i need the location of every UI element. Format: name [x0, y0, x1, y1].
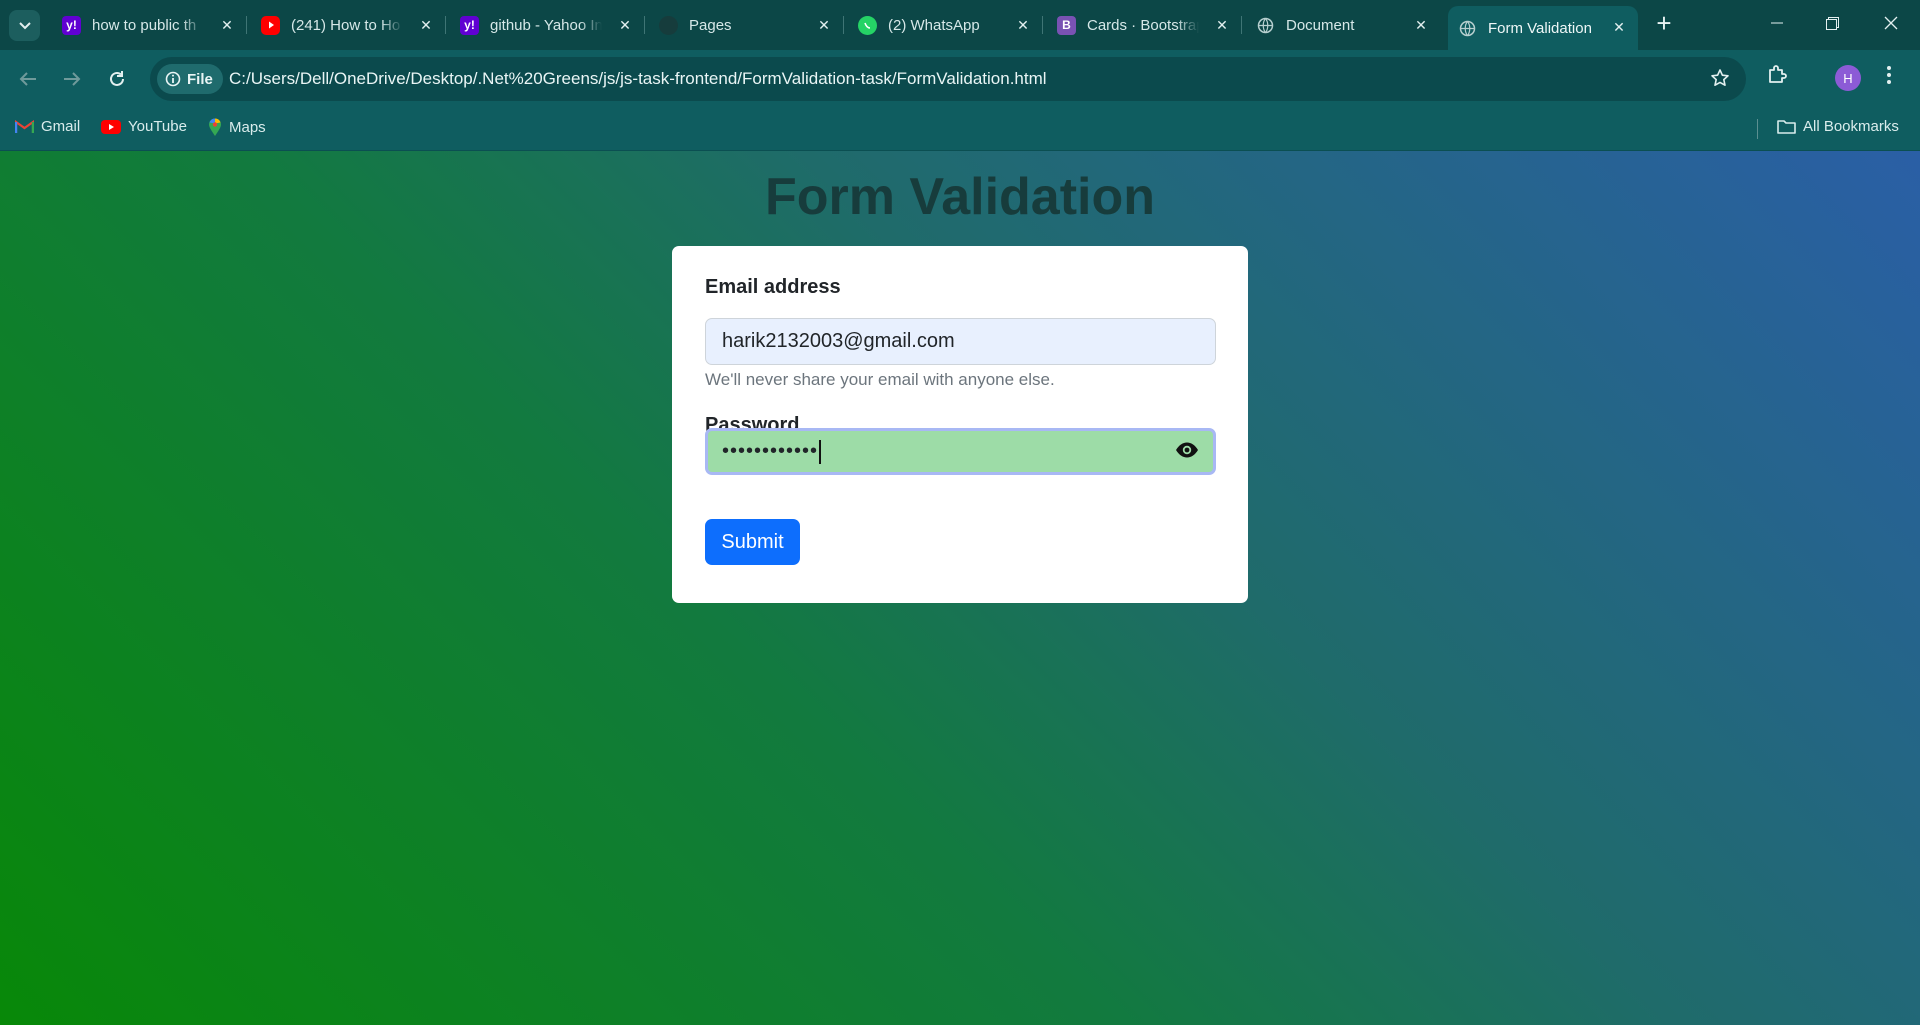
forward-arrow-icon [64, 72, 81, 86]
restore-icon [1825, 16, 1839, 30]
bookmark-maps[interactable]: Maps [208, 118, 266, 137]
address-bar[interactable]: File C:/Users/Dell/OneDrive/Desktop/.Net… [150, 57, 1746, 101]
submit-button[interactable]: Submit [705, 519, 800, 565]
site-info-chip[interactable]: File [157, 64, 223, 94]
whatsapp-icon [858, 15, 877, 35]
reload-icon [110, 71, 124, 86]
more-menu-icon[interactable] [1886, 65, 1892, 90]
browser-toolbar: File C:/Users/Dell/OneDrive/Desktop/.Net… [0, 50, 1920, 108]
bookmarks-divider [1757, 119, 1758, 139]
globe-icon [1256, 16, 1275, 35]
tab-whatsapp[interactable]: (2) WhatsApp ✕ [844, 6, 1042, 44]
yahoo-icon: y! [460, 15, 479, 35]
bookmark-youtube[interactable]: YouTube [101, 118, 187, 135]
globe-icon [1458, 19, 1477, 38]
page-title: Form Validation [764, 168, 1156, 226]
restore-button[interactable] [1809, 0, 1855, 46]
tab-form-validation[interactable]: Form Validation ✕ [1448, 6, 1638, 50]
minimize-button[interactable] [1754, 0, 1800, 46]
maps-icon [208, 118, 222, 137]
url-text[interactable]: C:/Users/Dell/OneDrive/Desktop/.Net%20Gr… [229, 69, 1047, 89]
folder-icon [1777, 119, 1796, 134]
all-bookmarks-button[interactable]: All Bookmarks [1777, 118, 1899, 135]
close-window-button[interactable] [1868, 0, 1914, 46]
email-value: harik2132003@gmail.com [722, 330, 955, 352]
eye-icon[interactable] [1175, 441, 1199, 465]
youtube-icon [261, 15, 280, 35]
email-label: Email address [705, 276, 841, 298]
forward-button[interactable] [57, 64, 87, 94]
close-tab-icon[interactable]: ✕ [815, 16, 833, 34]
page-viewport: Form Validation Email address harik21320… [0, 151, 1920, 1025]
password-value: •••••••••••• [722, 440, 819, 462]
bookmarks-bar: Gmail YouTube Maps All Bookmarks [0, 108, 1920, 151]
bookmark-star-icon[interactable] [1710, 68, 1730, 93]
close-tab-icon[interactable]: ✕ [1213, 16, 1231, 34]
youtube-icon [101, 119, 121, 134]
extensions-puzzle-icon[interactable] [1766, 64, 1788, 91]
close-tab-icon[interactable]: ✕ [1610, 18, 1628, 36]
tab-pages[interactable]: Pages ✕ [645, 6, 843, 44]
bookmark-gmail[interactable]: Gmail [15, 118, 80, 135]
tab-document[interactable]: Document ✕ [1242, 6, 1440, 44]
tab-search-button[interactable] [9, 10, 40, 41]
chevron-down-icon [18, 21, 31, 29]
close-icon [1884, 16, 1898, 30]
gmail-icon [15, 119, 34, 134]
yahoo-icon: y! [62, 15, 81, 35]
bootstrap-icon: B [1057, 15, 1076, 35]
close-tab-icon[interactable]: ✕ [616, 16, 634, 34]
text-cursor [819, 439, 822, 464]
reload-button[interactable] [102, 64, 132, 94]
email-field[interactable]: harik2132003@gmail.com [705, 318, 1216, 365]
tab-strip: y! how to public th ✕ (241) How to Ho ✕ … [0, 0, 1920, 50]
back-button[interactable] [13, 64, 43, 94]
tab-yahoo-github[interactable]: y! github - Yahoo In ✕ [446, 6, 644, 44]
github-icon [659, 15, 678, 35]
close-tab-icon[interactable]: ✕ [417, 16, 435, 34]
close-tab-icon[interactable]: ✕ [1014, 16, 1032, 34]
profile-avatar[interactable]: H [1835, 65, 1861, 91]
password-field[interactable]: •••••••••••• [705, 428, 1216, 475]
close-tab-icon[interactable]: ✕ [218, 16, 236, 34]
minimize-icon [1771, 22, 1783, 24]
tab-yahoo-search[interactable]: y! how to public th ✕ [48, 6, 246, 44]
back-arrow-icon [19, 72, 36, 86]
form-card: Email address harik2132003@gmail.com We'… [672, 246, 1248, 603]
new-tab-button[interactable]: + [1650, 10, 1678, 38]
tab-bootstrap-cards[interactable]: B Cards · Bootstrap ✕ [1043, 6, 1241, 44]
close-tab-icon[interactable]: ✕ [1412, 16, 1430, 34]
info-icon [165, 71, 181, 87]
email-help-text: We'll never share your email with anyone… [705, 370, 1055, 389]
tab-youtube[interactable]: (241) How to Ho ✕ [247, 6, 445, 44]
